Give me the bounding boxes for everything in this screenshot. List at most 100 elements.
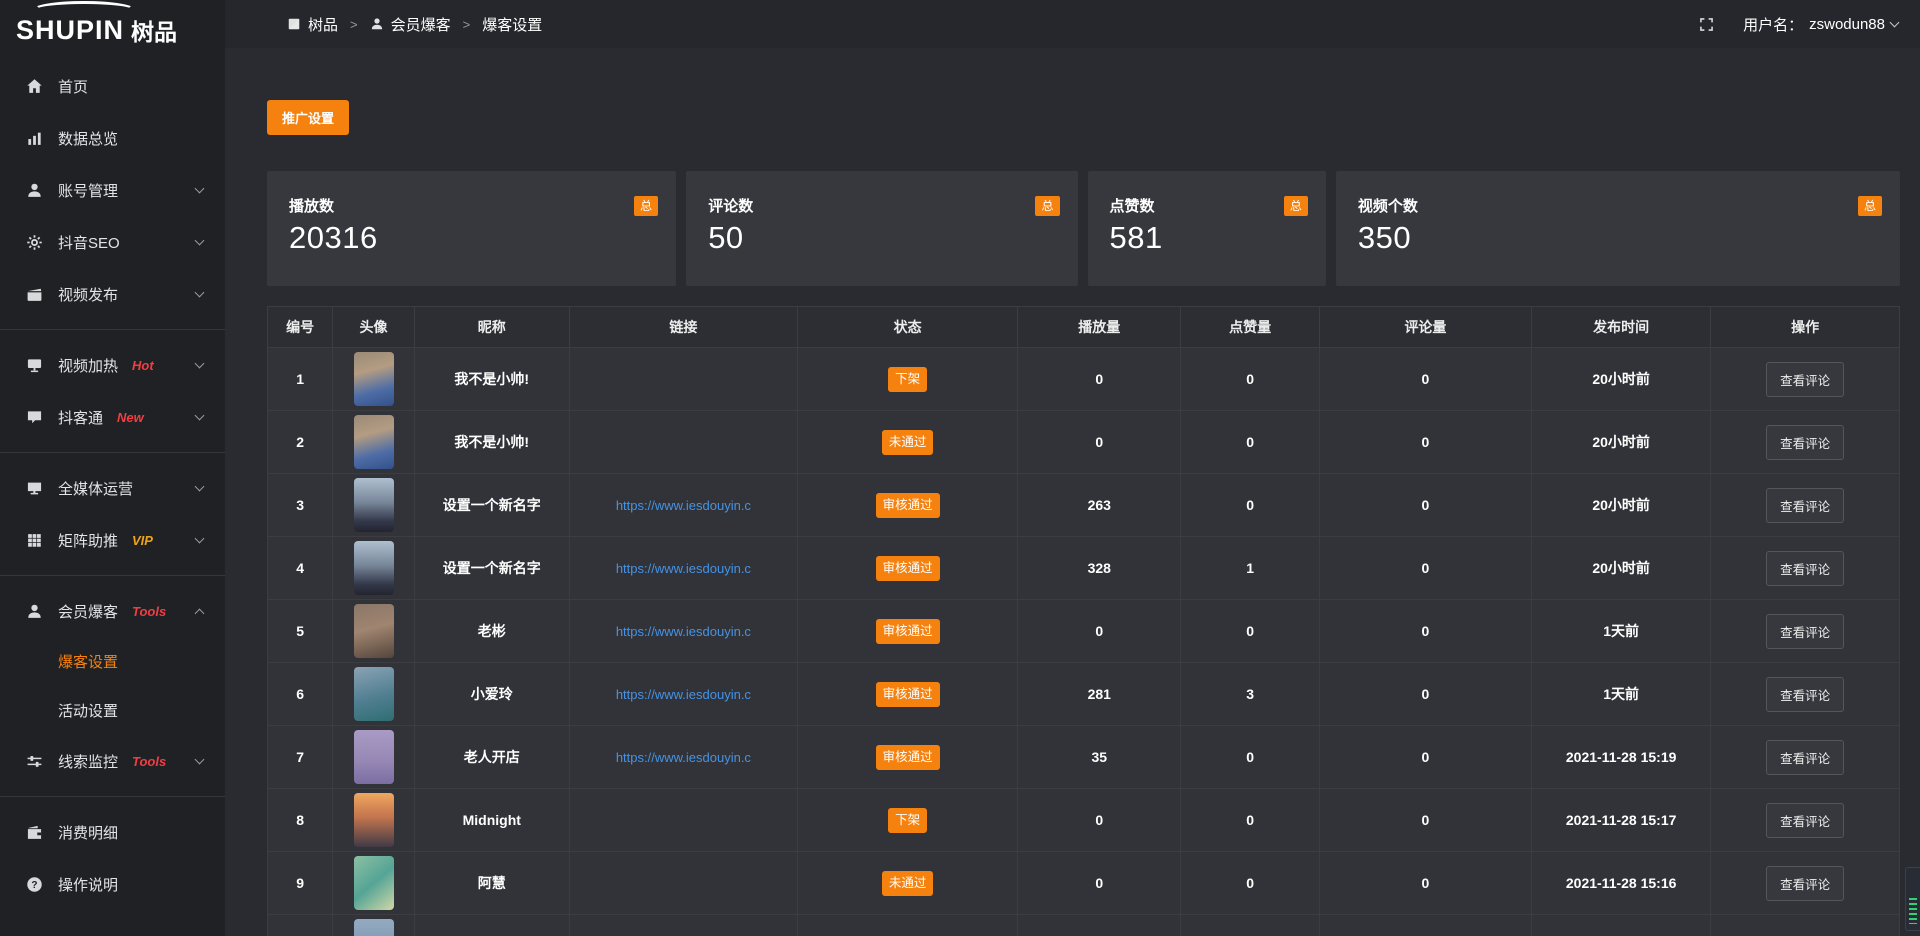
cell-comments: 0 xyxy=(1320,348,1532,410)
sidebar-item-9[interactable]: 会员爆客Tools xyxy=(0,585,225,637)
sidebar-item-6[interactable]: 抖客通New xyxy=(0,391,225,443)
cell-id: 5 xyxy=(268,600,333,662)
cell-comments: 0 xyxy=(1320,852,1532,914)
gear-icon xyxy=(26,234,43,251)
breadcrumb-item-2[interactable]: 爆客设置 xyxy=(482,14,542,35)
cell-comments: 0 xyxy=(1320,726,1532,788)
avatar xyxy=(354,793,394,847)
sidebar-item-10[interactable]: 线索监控Tools xyxy=(0,735,225,787)
cell-avatar xyxy=(333,600,415,662)
sidebar-item-1[interactable]: 数据总览 xyxy=(0,112,225,164)
cell-id: 9 xyxy=(268,852,333,914)
sidebar-item-8[interactable]: 矩阵助推 VIP xyxy=(0,514,225,566)
sidebar-item-label: 抖客通 xyxy=(58,407,103,428)
breadcrumb-separator: > xyxy=(350,17,358,32)
cell-plays: 263 xyxy=(1018,474,1181,536)
view-comments-button[interactable]: 查看评论 xyxy=(1766,425,1844,460)
sidebar-item-2[interactable]: 账号管理 xyxy=(0,164,225,216)
cell-time: 1天前 xyxy=(1532,600,1711,662)
cell-time: 2021-11-28 15:17 xyxy=(1532,789,1711,851)
floating-widget[interactable] xyxy=(1905,867,1920,931)
column-header-4: 状态 xyxy=(798,307,1018,347)
cell-link xyxy=(570,789,798,851)
view-comments-button[interactable]: 查看评论 xyxy=(1766,677,1844,712)
avatar xyxy=(354,919,394,936)
cell-nickname: Midnight xyxy=(415,789,570,851)
video-link[interactable]: https://www.iesdouyin.c xyxy=(616,750,751,765)
total-badge: 总 xyxy=(1284,196,1308,216)
sidebar-subitem-爆客设置[interactable]: 爆客设置 xyxy=(0,637,225,686)
sidebar-item-7[interactable]: 全媒体运营 xyxy=(0,462,225,514)
chevron-down-icon xyxy=(195,235,205,245)
table-header: 编号头像昵称链接状态播放量点赞量评论量发布时间操作 xyxy=(268,307,1899,347)
cell-nickname: 设置一个新名字 xyxy=(415,537,570,599)
cell-id: 4 xyxy=(268,537,333,599)
cell-plays: 328 xyxy=(1018,537,1181,599)
status-badge: 审核通过 xyxy=(876,682,940,707)
sidebar-item-5[interactable]: 视频加热Hot xyxy=(0,339,225,391)
person-icon xyxy=(370,17,384,31)
cell-time: 20小时前 xyxy=(1532,474,1711,536)
view-comments-button[interactable]: 查看评论 xyxy=(1766,740,1844,775)
sidebar-item-12[interactable]: ?操作说明 xyxy=(0,858,225,910)
stat-label: 播放数 xyxy=(289,195,334,216)
sidebar-item-label: 线索监控 xyxy=(58,751,118,772)
app-logo[interactable]: SHUPIN 树品 xyxy=(0,0,225,52)
cell-avatar xyxy=(333,789,415,851)
fullscreen-icon[interactable] xyxy=(1698,16,1715,33)
column-header-2: 昵称 xyxy=(415,307,570,347)
view-comments-button[interactable]: 查看评论 xyxy=(1766,488,1844,523)
cell-nickname: 小爱玲 xyxy=(415,663,570,725)
sidebar-item-label: 抖音SEO xyxy=(58,232,120,253)
breadcrumb-label: 会员爆客 xyxy=(391,14,451,35)
video-link[interactable]: https://www.iesdouyin.c xyxy=(616,687,751,702)
user-menu[interactable]: 用户名： zswodun88 xyxy=(1743,14,1898,35)
sidebar-divider xyxy=(0,329,225,330)
avatar xyxy=(354,478,394,532)
avatar xyxy=(354,541,394,595)
cell-status: 审核通过 xyxy=(798,537,1018,599)
status-badge: 下架 xyxy=(888,367,927,392)
cell-avatar xyxy=(333,537,415,599)
view-comments-button[interactable]: 查看评论 xyxy=(1766,551,1844,586)
cell-avatar xyxy=(333,915,415,936)
cell-link xyxy=(570,915,798,936)
video-link[interactable]: https://www.iesdouyin.c xyxy=(616,498,751,513)
cell-status: 审核通过 xyxy=(798,663,1018,725)
breadcrumb-item-0[interactable]: 树品 xyxy=(287,14,338,35)
cell-nickname: 我不是小帅! xyxy=(415,348,570,410)
sidebar-item-label: 矩阵助推 xyxy=(58,530,118,551)
question-icon: ? xyxy=(26,876,43,893)
breadcrumb-item-1[interactable]: 会员爆客 xyxy=(370,14,451,35)
view-comments-button[interactable]: 查看评论 xyxy=(1766,362,1844,397)
column-header-6: 点赞量 xyxy=(1181,307,1320,347)
home-icon xyxy=(26,78,43,95)
sidebar-item-3[interactable]: 抖音SEO xyxy=(0,216,225,268)
video-link[interactable]: https://www.iesdouyin.c xyxy=(616,624,751,639)
grid-icon xyxy=(26,532,43,549)
view-comments-button[interactable]: 查看评论 xyxy=(1766,803,1844,838)
sidebar-subitem-活动设置[interactable]: 活动设置 xyxy=(0,686,225,735)
cell-avatar xyxy=(333,663,415,725)
cell-action: 查看评论 xyxy=(1711,789,1899,851)
sidebar-item-11[interactable]: 消费明细 xyxy=(0,806,225,858)
cell-plays xyxy=(1018,915,1181,936)
chevron-down-icon xyxy=(195,481,205,491)
view-comments-button[interactable]: 查看评论 xyxy=(1766,614,1844,649)
cell-id: 6 xyxy=(268,663,333,725)
cell-status: 审核通过 xyxy=(798,726,1018,788)
status-badge: 审核通过 xyxy=(876,493,940,518)
app-square-icon xyxy=(287,17,301,31)
view-comments-button[interactable]: 查看评论 xyxy=(1766,866,1844,901)
cell-link: https://www.iesdouyin.c xyxy=(570,726,798,788)
video-link[interactable]: https://www.iesdouyin.c xyxy=(616,561,751,576)
promo-settings-button[interactable]: 推广设置 xyxy=(267,100,349,135)
sidebar-item-label: 全媒体运营 xyxy=(58,478,133,499)
sidebar-item-4[interactable]: 视频发布 xyxy=(0,268,225,320)
cell-time: 20小时前 xyxy=(1532,537,1711,599)
cell-id xyxy=(268,915,333,936)
sidebar-item-0[interactable]: 首页 xyxy=(0,60,225,112)
sidebar-item-tag: VIP xyxy=(132,533,153,548)
cell-status: 未通过 xyxy=(798,852,1018,914)
main-content: 推广设置 播放数总20316评论数总50点赞数总581视频个数总350 编号头像… xyxy=(225,48,1920,936)
